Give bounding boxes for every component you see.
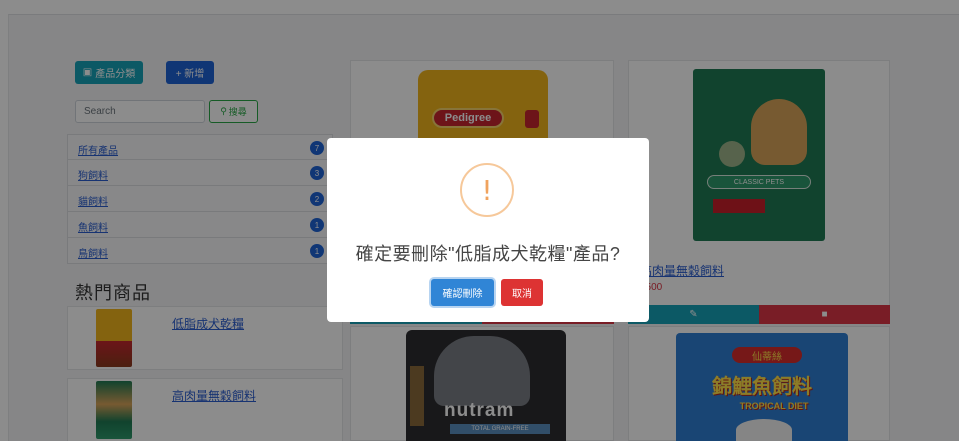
dialog-title: 確定要刪除"低脂成犬乾糧"產品? — [355, 244, 621, 264]
warning-icon: ! — [460, 163, 514, 217]
cancel-button[interactable]: 取消 — [501, 279, 543, 306]
confirm-delete-dialog: ! 確定要刪除"低脂成犬乾糧"產品? 確認刪除 取消 — [327, 138, 649, 322]
confirm-delete-button[interactable]: 確認刪除 — [431, 279, 494, 306]
